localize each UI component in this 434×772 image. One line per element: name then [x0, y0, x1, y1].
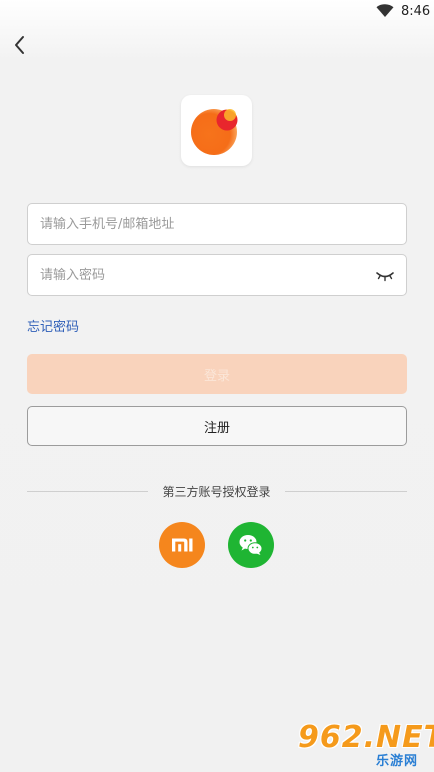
app-logo [181, 95, 252, 166]
password-field[interactable] [27, 254, 407, 296]
password-input[interactable] [40, 255, 370, 295]
status-bar: 8:46 [0, 0, 434, 24]
back-arrow-icon [15, 36, 24, 54]
eye-closed-icon[interactable] [376, 268, 394, 282]
third-party-login-label: 第三方账号授权登录 [162, 485, 271, 499]
register-button[interactable]: 注册 [27, 406, 407, 446]
app-logo-icon [191, 109, 238, 155]
divider-left [27, 491, 148, 492]
phone-email-field[interactable] [27, 203, 407, 245]
watermark-sub: 乐游网 [376, 754, 419, 769]
back-button[interactable] [10, 34, 30, 56]
login-button[interactable]: 登录 [27, 354, 407, 394]
xiaomi-icon [172, 538, 193, 552]
xiaomi-login-button[interactable] [159, 522, 205, 568]
status-time: 8:46 [401, 4, 431, 19]
divider-right [285, 491, 407, 492]
wechat-icon [239, 535, 263, 555]
wifi-icon [376, 4, 394, 17]
phone-email-input[interactable] [40, 204, 370, 244]
site-watermark: 962.NET 乐游网 [298, 720, 434, 770]
wechat-login-button[interactable] [228, 522, 274, 568]
forgot-password-link[interactable]: 忘记密码 [27, 316, 79, 335]
